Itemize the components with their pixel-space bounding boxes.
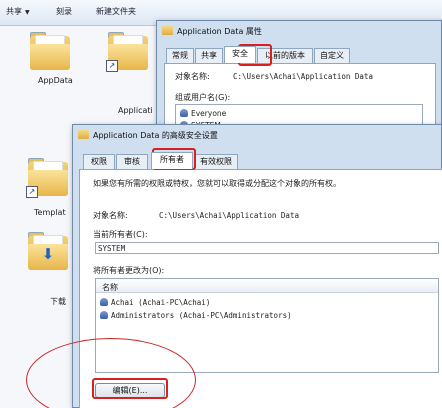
object-name-label: 对象名称:: [93, 211, 128, 220]
user-group-icon: [100, 311, 108, 319]
column-name: 名称: [102, 283, 118, 292]
tab-owner[interactable]: 所有者: [151, 152, 193, 169]
share-label: 共享: [6, 7, 22, 16]
current-owner-field: SYSTEM: [95, 242, 439, 254]
tab-security[interactable]: 安全: [224, 46, 256, 63]
share-menu-button[interactable]: 共享 ▼: [6, 6, 30, 17]
object-name-value: C:\Users\Achai\Application Data: [233, 72, 373, 81]
tab-general[interactable]: 常规: [166, 48, 194, 63]
file-label: AppData: [38, 76, 73, 85]
current-owner-label: 当前所有者(C):: [93, 230, 148, 239]
folder-icon[interactable]: ↗: [26, 158, 70, 198]
column-header[interactable]: 名称: [96, 279, 438, 293]
object-name-label: 对象名称:: [175, 72, 210, 81]
user-icon: [100, 298, 108, 306]
folder-icon: [162, 26, 173, 35]
file-label: Applicati: [118, 106, 153, 115]
tab-customize[interactable]: 自定义: [314, 48, 350, 63]
shortcut-arrow-icon: ↗: [106, 60, 118, 72]
title-bar: Application Data 的高级安全设置: [73, 125, 441, 145]
file-label: Templat: [34, 208, 66, 217]
current-owner-value: SYSTEM: [98, 244, 126, 253]
title-bar: Application Data 属性: [157, 21, 441, 41]
dropdown-arrow-icon: ▼: [25, 9, 30, 16]
tab-permissions[interactable]: 权限: [83, 154, 115, 169]
tab-auditing[interactable]: 审核: [116, 154, 148, 169]
properties-dialog: Application Data 属性 常规 共享 安全 以前的版本 自定义 对…: [156, 20, 442, 141]
burn-button[interactable]: 刻录: [56, 6, 72, 17]
tab-effective-permissions[interactable]: 有效权限: [194, 154, 238, 169]
object-name-value: C:\Users\Achai\Application Data: [159, 211, 299, 220]
owner-list-item[interactable]: Administrators (Achai-PC\Administrators): [100, 311, 292, 320]
owner-description: 如果您有所需的权限或特权，您就可以取得或分配这个对象的所有权。: [93, 179, 341, 188]
file-label: 下载: [50, 297, 66, 306]
folder-icon[interactable]: ↗: [106, 32, 150, 72]
list-item[interactable]: Everyone: [180, 109, 226, 118]
groups-label: 组或用户名(G):: [175, 93, 231, 102]
tab-sharing[interactable]: 共享: [195, 48, 223, 63]
download-folder-icon[interactable]: ⬇: [26, 232, 70, 272]
folder-icon: [78, 130, 89, 139]
shortcut-arrow-icon: ↗: [26, 186, 38, 198]
download-arrow-icon: ⬇: [41, 245, 55, 263]
dialog-title: Application Data 属性: [177, 27, 262, 36]
dialog-title: Application Data 的高级安全设置: [93, 131, 218, 140]
user-group-icon: [180, 109, 188, 117]
folder-icon[interactable]: [28, 32, 72, 72]
owner-list-item[interactable]: Achai (Achai-PC\Achai): [100, 298, 210, 307]
new-folder-button[interactable]: 新建文件夹: [96, 6, 136, 17]
change-owner-label: 将所有者更改为(O):: [93, 266, 165, 275]
